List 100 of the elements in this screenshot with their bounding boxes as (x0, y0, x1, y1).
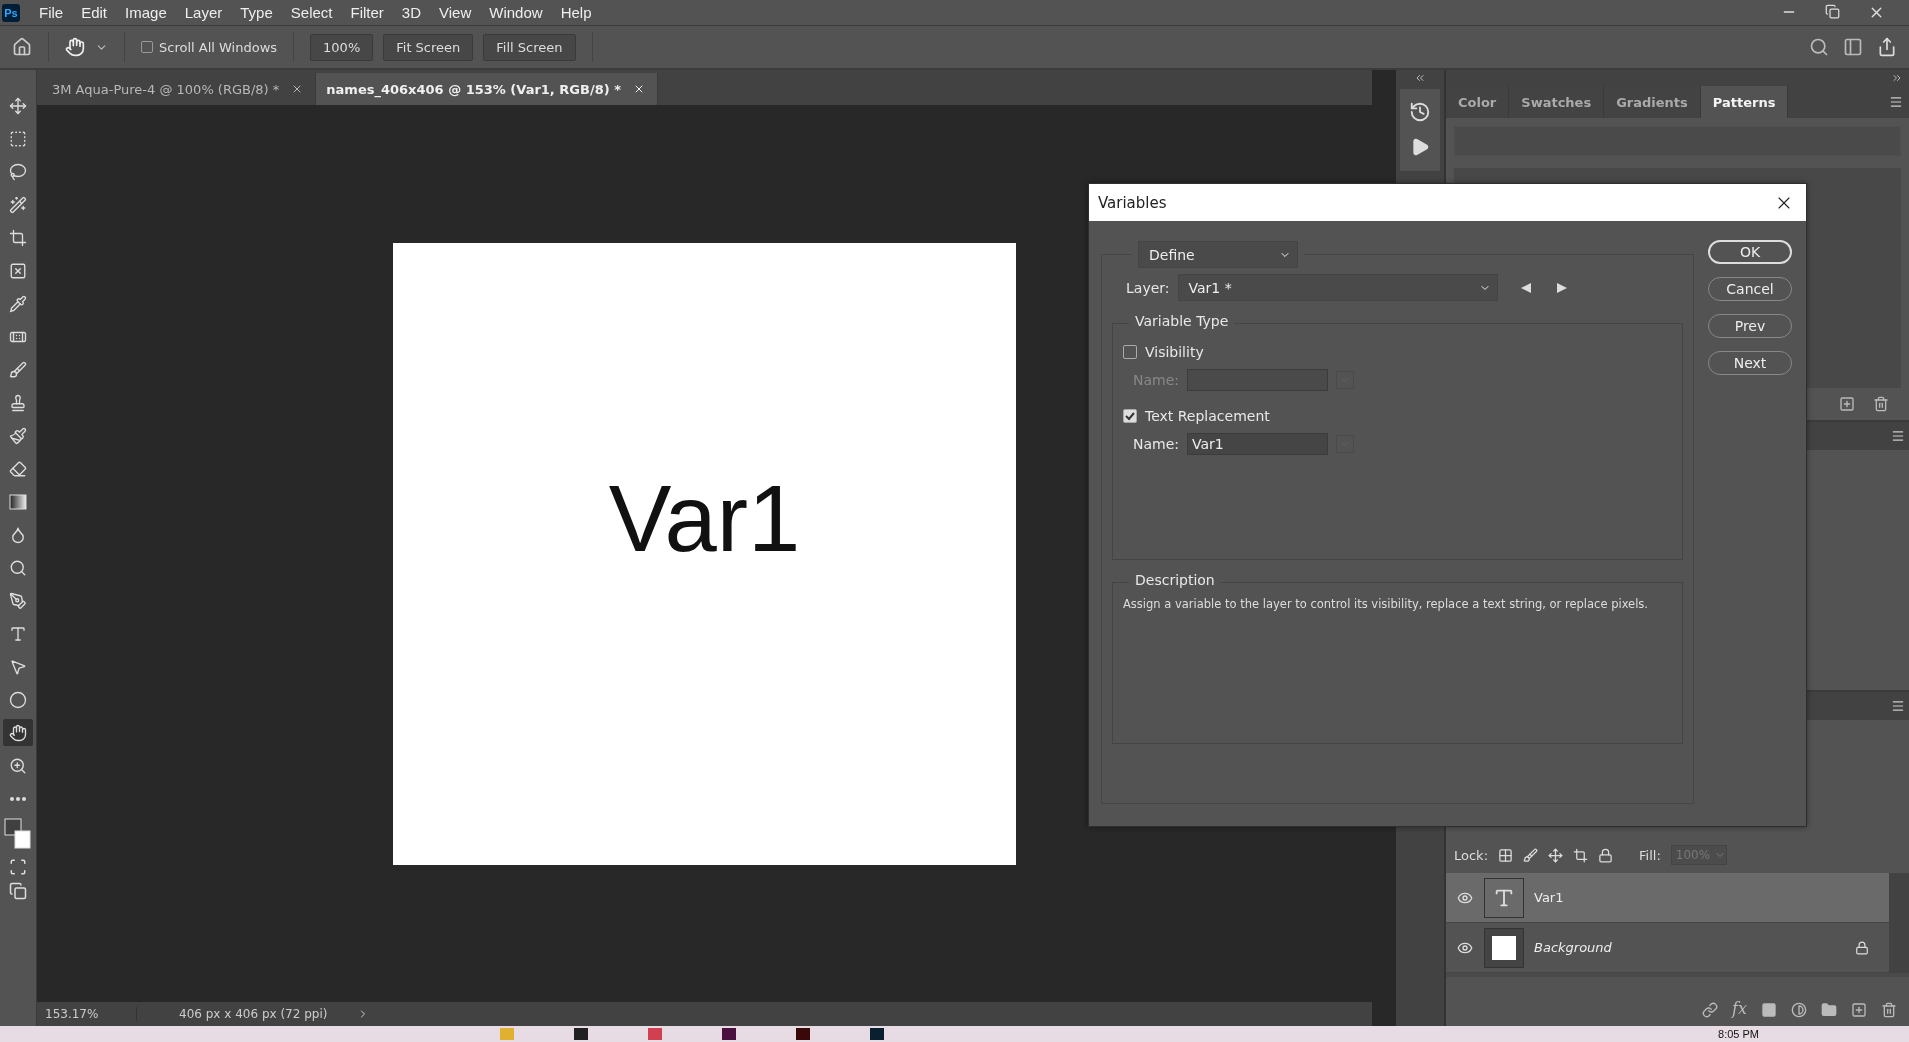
clock: 8:05 PM (1718, 1028, 1759, 1040)
menu-item[interactable]: Select (281, 4, 342, 21)
collapse-icon[interactable] (1414, 72, 1426, 84)
hand-icon[interactable] (65, 37, 85, 57)
layer-name[interactable]: Background (1534, 940, 1855, 955)
checkbox-label: Text Replacement (1145, 408, 1270, 424)
share-icon[interactable] (1877, 37, 1897, 57)
workspace-icon[interactable] (1843, 37, 1863, 57)
menu-item[interactable]: Window (480, 4, 552, 21)
menu-icon[interactable] (1889, 95, 1903, 109)
pointer-icon (9, 657, 27, 676)
menu-item[interactable]: Edit (72, 4, 117, 21)
color-swatches-icon[interactable] (4, 818, 32, 852)
menu-item[interactable]: Filter (341, 4, 393, 21)
layer-thumbnail (1484, 927, 1524, 968)
layer-name[interactable]: Var1 (1534, 890, 1889, 905)
zoom-icon (9, 756, 27, 775)
menu-item[interactable]: File (30, 4, 73, 21)
dialog-button[interactable]: Prev (1708, 314, 1792, 338)
dashed-square-icon (9, 129, 27, 148)
lock-label: Lock: (1454, 847, 1489, 863)
menu-item[interactable]: View (430, 4, 481, 21)
dialog-title: Variables (1098, 193, 1167, 212)
play-icon[interactable] (1410, 137, 1430, 157)
zoom-level: 153.17% (37, 1007, 137, 1021)
new-layer-icon[interactable] (1851, 1002, 1867, 1018)
layer-row[interactable]: Background (1446, 923, 1889, 973)
checkbox[interactable] (141, 41, 153, 53)
menu-icon[interactable] (1891, 699, 1905, 713)
document-tab[interactable]: names_406x406 @ 153% (Var1, RGB/8) * (316, 73, 658, 105)
checker-icon[interactable] (1498, 847, 1514, 863)
layer-row[interactable]: Var1 (1446, 873, 1889, 923)
document-info: 406 px x 406 px (72 ppi) (178, 1007, 329, 1021)
next-arrow-icon[interactable] (1555, 281, 1568, 294)
crop-icon[interactable] (1573, 847, 1589, 863)
name-field[interactable]: Var1 (1187, 433, 1329, 455)
droplet-icon (9, 525, 27, 544)
checkbox[interactable] (1123, 345, 1137, 359)
hand-icon (9, 723, 27, 742)
brush-icon (9, 360, 27, 379)
dialog-button[interactable]: OK (1708, 240, 1792, 264)
move-icon (9, 96, 27, 115)
new-icon[interactable] (1839, 396, 1855, 412)
adjustment-icon[interactable] (1791, 1002, 1807, 1018)
folder-icon[interactable] (1821, 1002, 1837, 1018)
home-icon[interactable] (12, 37, 32, 57)
panel-tab[interactable]: Patterns (1700, 86, 1789, 118)
layer-label: Layer: (1126, 279, 1170, 296)
trash-icon[interactable] (1873, 396, 1889, 412)
fill-label: Fill: (1639, 847, 1661, 863)
gradient-icon (9, 492, 27, 511)
menu-item[interactable]: Layer (175, 4, 232, 21)
checkbox[interactable] (1123, 409, 1137, 423)
pen-icon (9, 591, 27, 610)
close-icon[interactable] (633, 83, 645, 95)
dialog-button[interactable]: Cancel (1708, 277, 1792, 301)
eyedropper-icon (9, 294, 27, 313)
paintbrush-icon (9, 426, 27, 445)
text-thumbnail (1484, 877, 1524, 918)
dialog-button[interactable]: Next (1708, 351, 1792, 375)
lock-icon[interactable] (1598, 847, 1614, 863)
zoom-button[interactable]: Fill Screen (483, 33, 576, 61)
search-icon[interactable] (1809, 37, 1829, 57)
crop-icon (9, 228, 27, 247)
zoom-button[interactable]: Fit Screen (383, 33, 474, 61)
fx-icon[interactable]: fx (1732, 999, 1747, 1018)
eraser-icon (9, 459, 27, 478)
type-icon (9, 624, 27, 643)
mask-icon[interactable] (1761, 1002, 1777, 1018)
description-text: Assign a variable to the layer to control its visibility, replace a text string, or replace pixels. (1123, 597, 1649, 611)
menu-item[interactable]: 3D (392, 4, 431, 21)
name-label: Name: (1133, 436, 1180, 452)
checkbox-label: Visibility (1145, 344, 1204, 360)
wand-icon (9, 195, 27, 214)
checkbox-label: Scroll All Windows (159, 39, 278, 55)
previous-arrow-icon[interactable] (1519, 281, 1532, 294)
quick-mask-icon[interactable] (9, 858, 27, 876)
zoom-button[interactable]: 100% (310, 33, 374, 61)
ellipse-icon (9, 690, 27, 709)
layer-dropdown[interactable]: Var1 * (1177, 274, 1498, 301)
menu-item[interactable]: Help (551, 4, 601, 21)
mode-dropdown[interactable]: Define (1138, 241, 1298, 268)
move-icon[interactable] (1548, 847, 1564, 863)
link-icon[interactable] (1702, 1002, 1719, 1018)
expand-icon[interactable] (1891, 72, 1903, 84)
brush-icon[interactable] (1523, 847, 1539, 863)
more-icon (10, 796, 26, 801)
app-logo: Ps (2, 3, 20, 22)
menu-item[interactable]: Type (231, 4, 282, 21)
stamp-icon (9, 393, 27, 412)
menu-icon[interactable] (1891, 429, 1905, 443)
menu-item[interactable]: Image (116, 4, 176, 21)
tool-button[interactable] (3, 719, 33, 746)
crossed-square-icon (9, 261, 27, 280)
section-title: Description (1129, 572, 1221, 588)
lasso-icon (9, 162, 27, 181)
trash-icon[interactable] (1881, 1002, 1897, 1018)
screen-mode-icon[interactable] (9, 882, 27, 900)
restore-icon[interactable] (1825, 4, 1840, 19)
history-icon[interactable] (1409, 101, 1431, 123)
